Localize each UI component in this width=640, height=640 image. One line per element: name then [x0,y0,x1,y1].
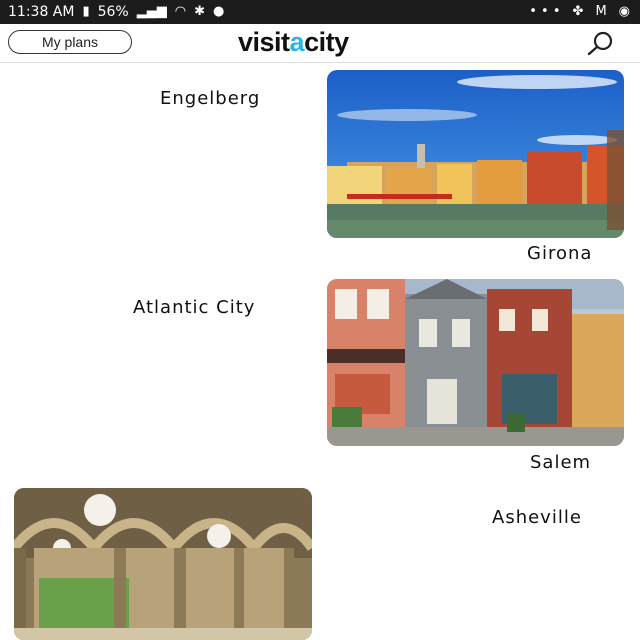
signal-icon: ▂▄▆ [136,4,167,19]
city-name-girona[interactable]: Girona [527,243,592,264]
city-photo-asheville[interactable] [14,488,312,640]
status-right: • • • ✤ M ◉ [529,3,630,21]
city-name-asheville[interactable]: Asheville [492,507,582,528]
app-logo: visitacity [238,27,349,58]
search-icon [587,31,613,56]
more-icon: • • • [529,4,561,19]
mail-icon: M [595,4,607,19]
my-plans-button[interactable]: My plans [8,30,132,54]
search-button[interactable] [584,30,620,56]
logo-accent: a [289,27,305,57]
location-icon: ● [212,4,225,19]
city-photo-girona[interactable] [327,70,624,238]
city-name-engelberg[interactable]: Engelberg [160,88,260,109]
city-name-atlantic-city[interactable]: Atlantic City [133,297,255,318]
status-bar: 11:38 AM ▮ 56% ▂▄▆ ◠ ✱ ● • • • ✤ M ◉ [0,0,640,24]
status-time: 11:38 AM [8,4,75,20]
my-plans-label: My plans [41,34,99,50]
logo-prefix: visit [238,27,290,57]
city-photo-salem[interactable] [327,279,624,446]
battery-icon: ▮ [82,4,90,19]
alarm-icon: ◉ [618,4,630,19]
wifi-icon: ◠ [174,4,187,19]
city-name-salem[interactable]: Salem [530,452,591,473]
status-left: 11:38 AM ▮ 56% ▂▄▆ ◠ ✱ ● [8,3,224,21]
bluetooth-icon: ✱ [194,4,205,19]
fan-icon: ✤ [572,4,584,19]
app-header: My plans visitacity [0,24,640,63]
logo-suffix: city [304,27,349,57]
battery-percent: 56% [97,4,129,20]
